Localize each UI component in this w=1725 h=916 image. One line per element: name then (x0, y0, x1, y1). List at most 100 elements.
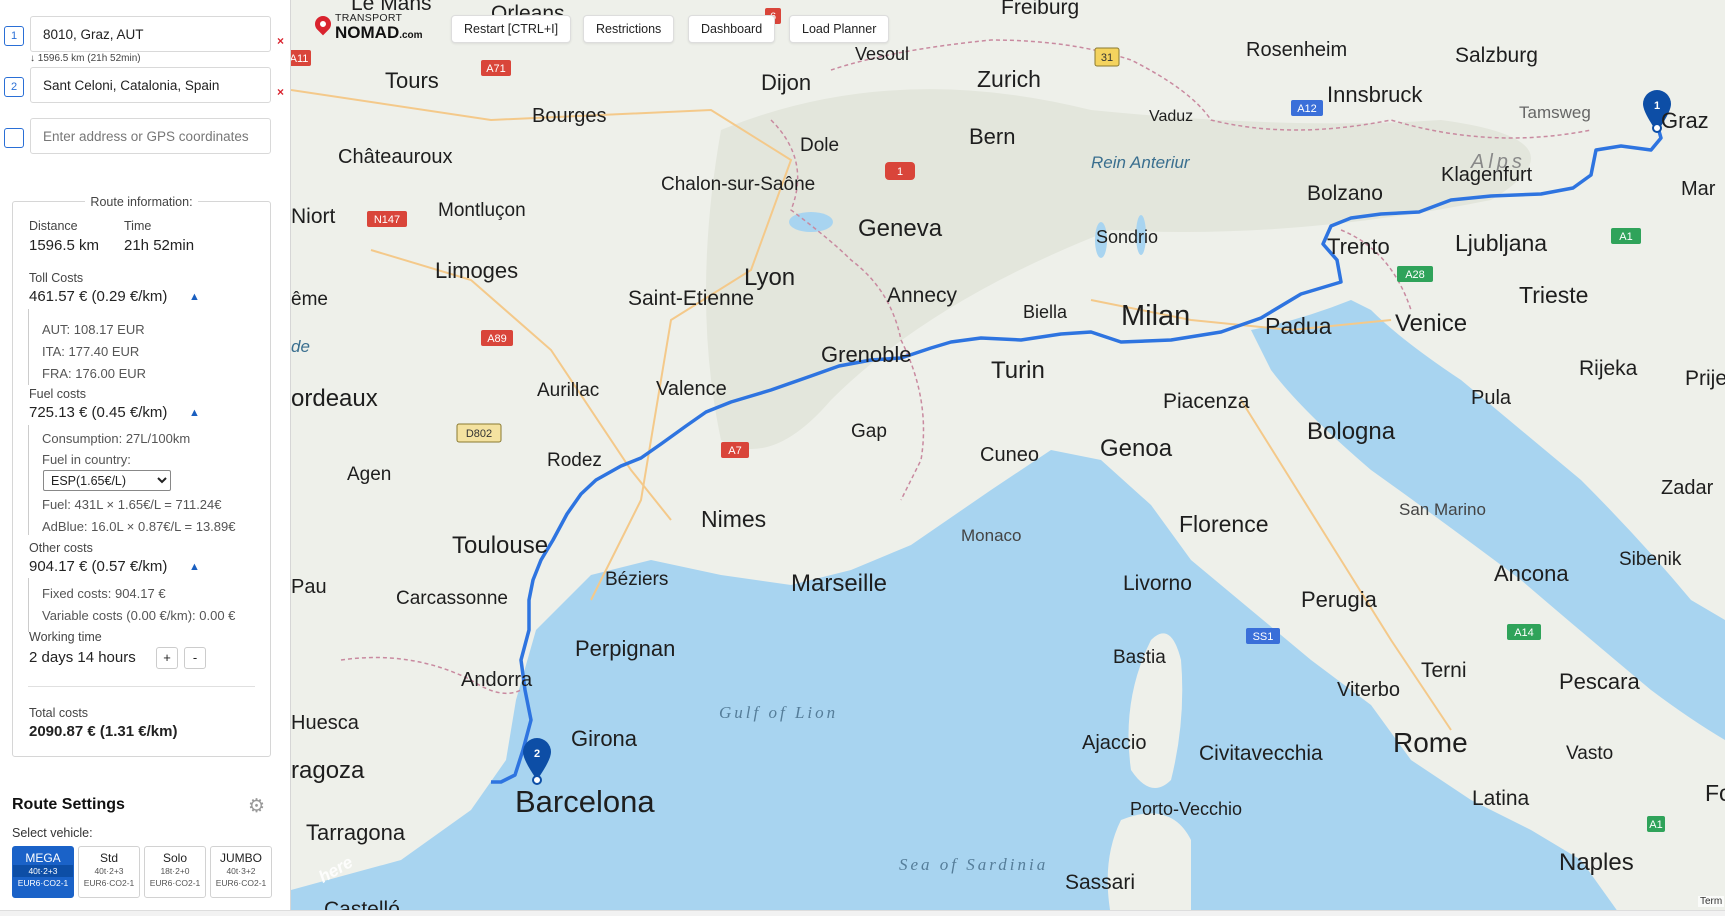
svg-text:A12: A12 (1297, 103, 1317, 115)
remove-waypoint-icon[interactable]: × (277, 85, 284, 99)
decrease-working-time-button[interactable]: - (184, 647, 206, 669)
increase-working-time-button[interactable]: + (156, 647, 178, 669)
remove-waypoint-icon[interactable]: × (277, 34, 284, 48)
logo-suffix: .com (399, 30, 423, 41)
city-label: Gap (851, 421, 887, 442)
new-address-input[interactable] (30, 118, 271, 154)
city-label: Freiburg (1001, 0, 1079, 19)
city-label: Vaduz (1149, 108, 1193, 125)
city-label: Barcelona (515, 784, 655, 819)
svg-text:A89: A89 (487, 333, 507, 345)
map-terms-link[interactable]: Term (1698, 896, 1725, 907)
restart-button[interactable]: Restart [CTRL+I] (451, 15, 572, 43)
city-label: Ancona (1494, 561, 1569, 586)
city-label: Niort (291, 205, 336, 228)
waypoint-row-2: 2 × (0, 67, 291, 103)
vehicle-name: Solo (162, 851, 188, 865)
region-label: de (291, 337, 310, 356)
dashboard-button[interactable]: Dashboard (688, 15, 776, 43)
waypoint-input-destination[interactable] (30, 67, 271, 103)
vehicle-spec: 18t·2+0 (160, 866, 190, 876)
city-label: Toulouse (452, 532, 548, 559)
road-shield: D802 (456, 423, 502, 443)
map-canvas[interactable]: 1 2 A11 A71 31 A12 N147 A89 D802 A7 A28 … (291, 0, 1725, 916)
working-time-label: Working time (29, 630, 102, 644)
city-label: Terni (1421, 659, 1467, 682)
fixed-costs: Fixed costs: 904.17 € (42, 586, 166, 601)
city-label: Porto-Vecchio (1130, 799, 1242, 819)
svg-text:31: 31 (1101, 52, 1113, 64)
svg-text:A1: A1 (1649, 819, 1662, 831)
city-label: Ljubljana (1455, 230, 1547, 256)
fuel-country-select[interactable]: ESP(1.65€/L) (43, 470, 171, 491)
marker-label: 1 (1654, 100, 1660, 112)
city-label: Dole (800, 135, 839, 156)
city-label: Cuneo (980, 444, 1039, 466)
city-label: Milan (1121, 300, 1190, 332)
sea-label: Gulf of Lion (719, 703, 838, 722)
city-label: Béziers (605, 569, 668, 590)
city-label: Ajaccio (1082, 732, 1146, 754)
fuel-calculation: Fuel: 431L × 1.65€/L = 711.24€ (42, 497, 222, 512)
road-shield: A11 (291, 50, 311, 66)
svg-text:1: 1 (897, 166, 903, 178)
city-label: Limoges (435, 258, 518, 283)
vehicle-solo-button[interactable]: Solo 18t·2+0 EUR6·CO2-1 (144, 846, 206, 898)
gear-icon[interactable]: ⚙ (248, 797, 268, 817)
road-shield: A12 (1291, 100, 1323, 116)
city-label: Perugia (1301, 587, 1378, 612)
other-collapse-icon[interactable]: ▲ (189, 561, 200, 573)
fuel-costs-total: 725.13 € (0.45 €/km) (29, 404, 168, 421)
waypoint-input-origin[interactable] (30, 16, 271, 52)
road-shield: A1 (1611, 228, 1641, 244)
city-label: Pescara (1559, 669, 1640, 694)
city-label: Bastia (1113, 647, 1166, 668)
svg-text:N147: N147 (374, 214, 400, 226)
logo-text-bottom: NOMAD.com (335, 23, 423, 43)
toll-item: ITA: 177.40 EUR (42, 344, 140, 359)
load-planner-button[interactable]: Load Planner (789, 15, 890, 43)
vehicle-euro: EUR6·CO2-1 (215, 878, 267, 888)
vehicle-std-button[interactable]: Std 40t·2+3 EUR6·CO2-1 (78, 846, 140, 898)
waypoint-number: 2 (4, 77, 24, 97)
city-label: Valence (656, 378, 727, 400)
route-information-panel: Route information: Distance 1596.5 km Ti… (12, 195, 271, 757)
city-label: Aurillac (537, 380, 599, 401)
city-label: Rijeka (1579, 357, 1638, 380)
restrictions-button[interactable]: Restrictions (583, 15, 675, 43)
city-label: Livorno (1123, 572, 1192, 595)
vehicle-mega-button[interactable]: MEGA 40t·2+3 EUR6·CO2-1 (12, 846, 74, 898)
city-label: Civitavecchia (1199, 742, 1323, 765)
svg-text:SS1: SS1 (1253, 631, 1274, 643)
city-label: Biella (1023, 302, 1068, 322)
city-label: Dijon (761, 70, 811, 95)
fuel-costs-label: Fuel costs (29, 387, 86, 401)
fuel-collapse-icon[interactable]: ▲ (189, 407, 200, 419)
map-svg[interactable]: 1 2 A11 A71 31 A12 N147 A89 D802 A7 A28 … (291, 0, 1725, 916)
city-label: Montluçon (438, 200, 526, 221)
city-label: Girona (571, 726, 638, 751)
city-label: Marseille (791, 570, 887, 597)
city-label: Sibenik (1619, 549, 1682, 570)
city-label: Andorra (461, 669, 533, 691)
city-label: Chalon-sur-Saône (661, 174, 815, 195)
city-label: Sondrio (1096, 227, 1158, 247)
city-label: Fogg (1705, 780, 1725, 806)
road-shield: N147 (367, 211, 407, 227)
vehicle-jumbo-button[interactable]: JUMBO 40t·3+2 EUR6·CO2-1 (210, 846, 272, 898)
city-label: Perpignan (575, 636, 675, 661)
road-shield: A7 (721, 442, 749, 458)
city-label: Salzburg (1455, 44, 1538, 67)
svg-text:D802: D802 (466, 428, 492, 440)
city-label: Padua (1265, 313, 1332, 339)
waypoint-checkbox[interactable] (4, 128, 24, 148)
toll-item: AUT: 108.17 EUR (42, 322, 145, 337)
toll-collapse-icon[interactable]: ▲ (189, 291, 200, 303)
city-label: Piacenza (1163, 390, 1250, 413)
transport-nomad-logo[interactable]: TRANSPORT NOMAD.com (311, 12, 425, 44)
marker-label: 2 (534, 748, 540, 760)
svg-text:A14: A14 (1514, 627, 1534, 639)
distance-value: 1596.5 km (29, 237, 100, 254)
city-label: Naples (1559, 849, 1634, 876)
other-costs-total: 904.17 € (0.57 €/km) (29, 558, 168, 575)
